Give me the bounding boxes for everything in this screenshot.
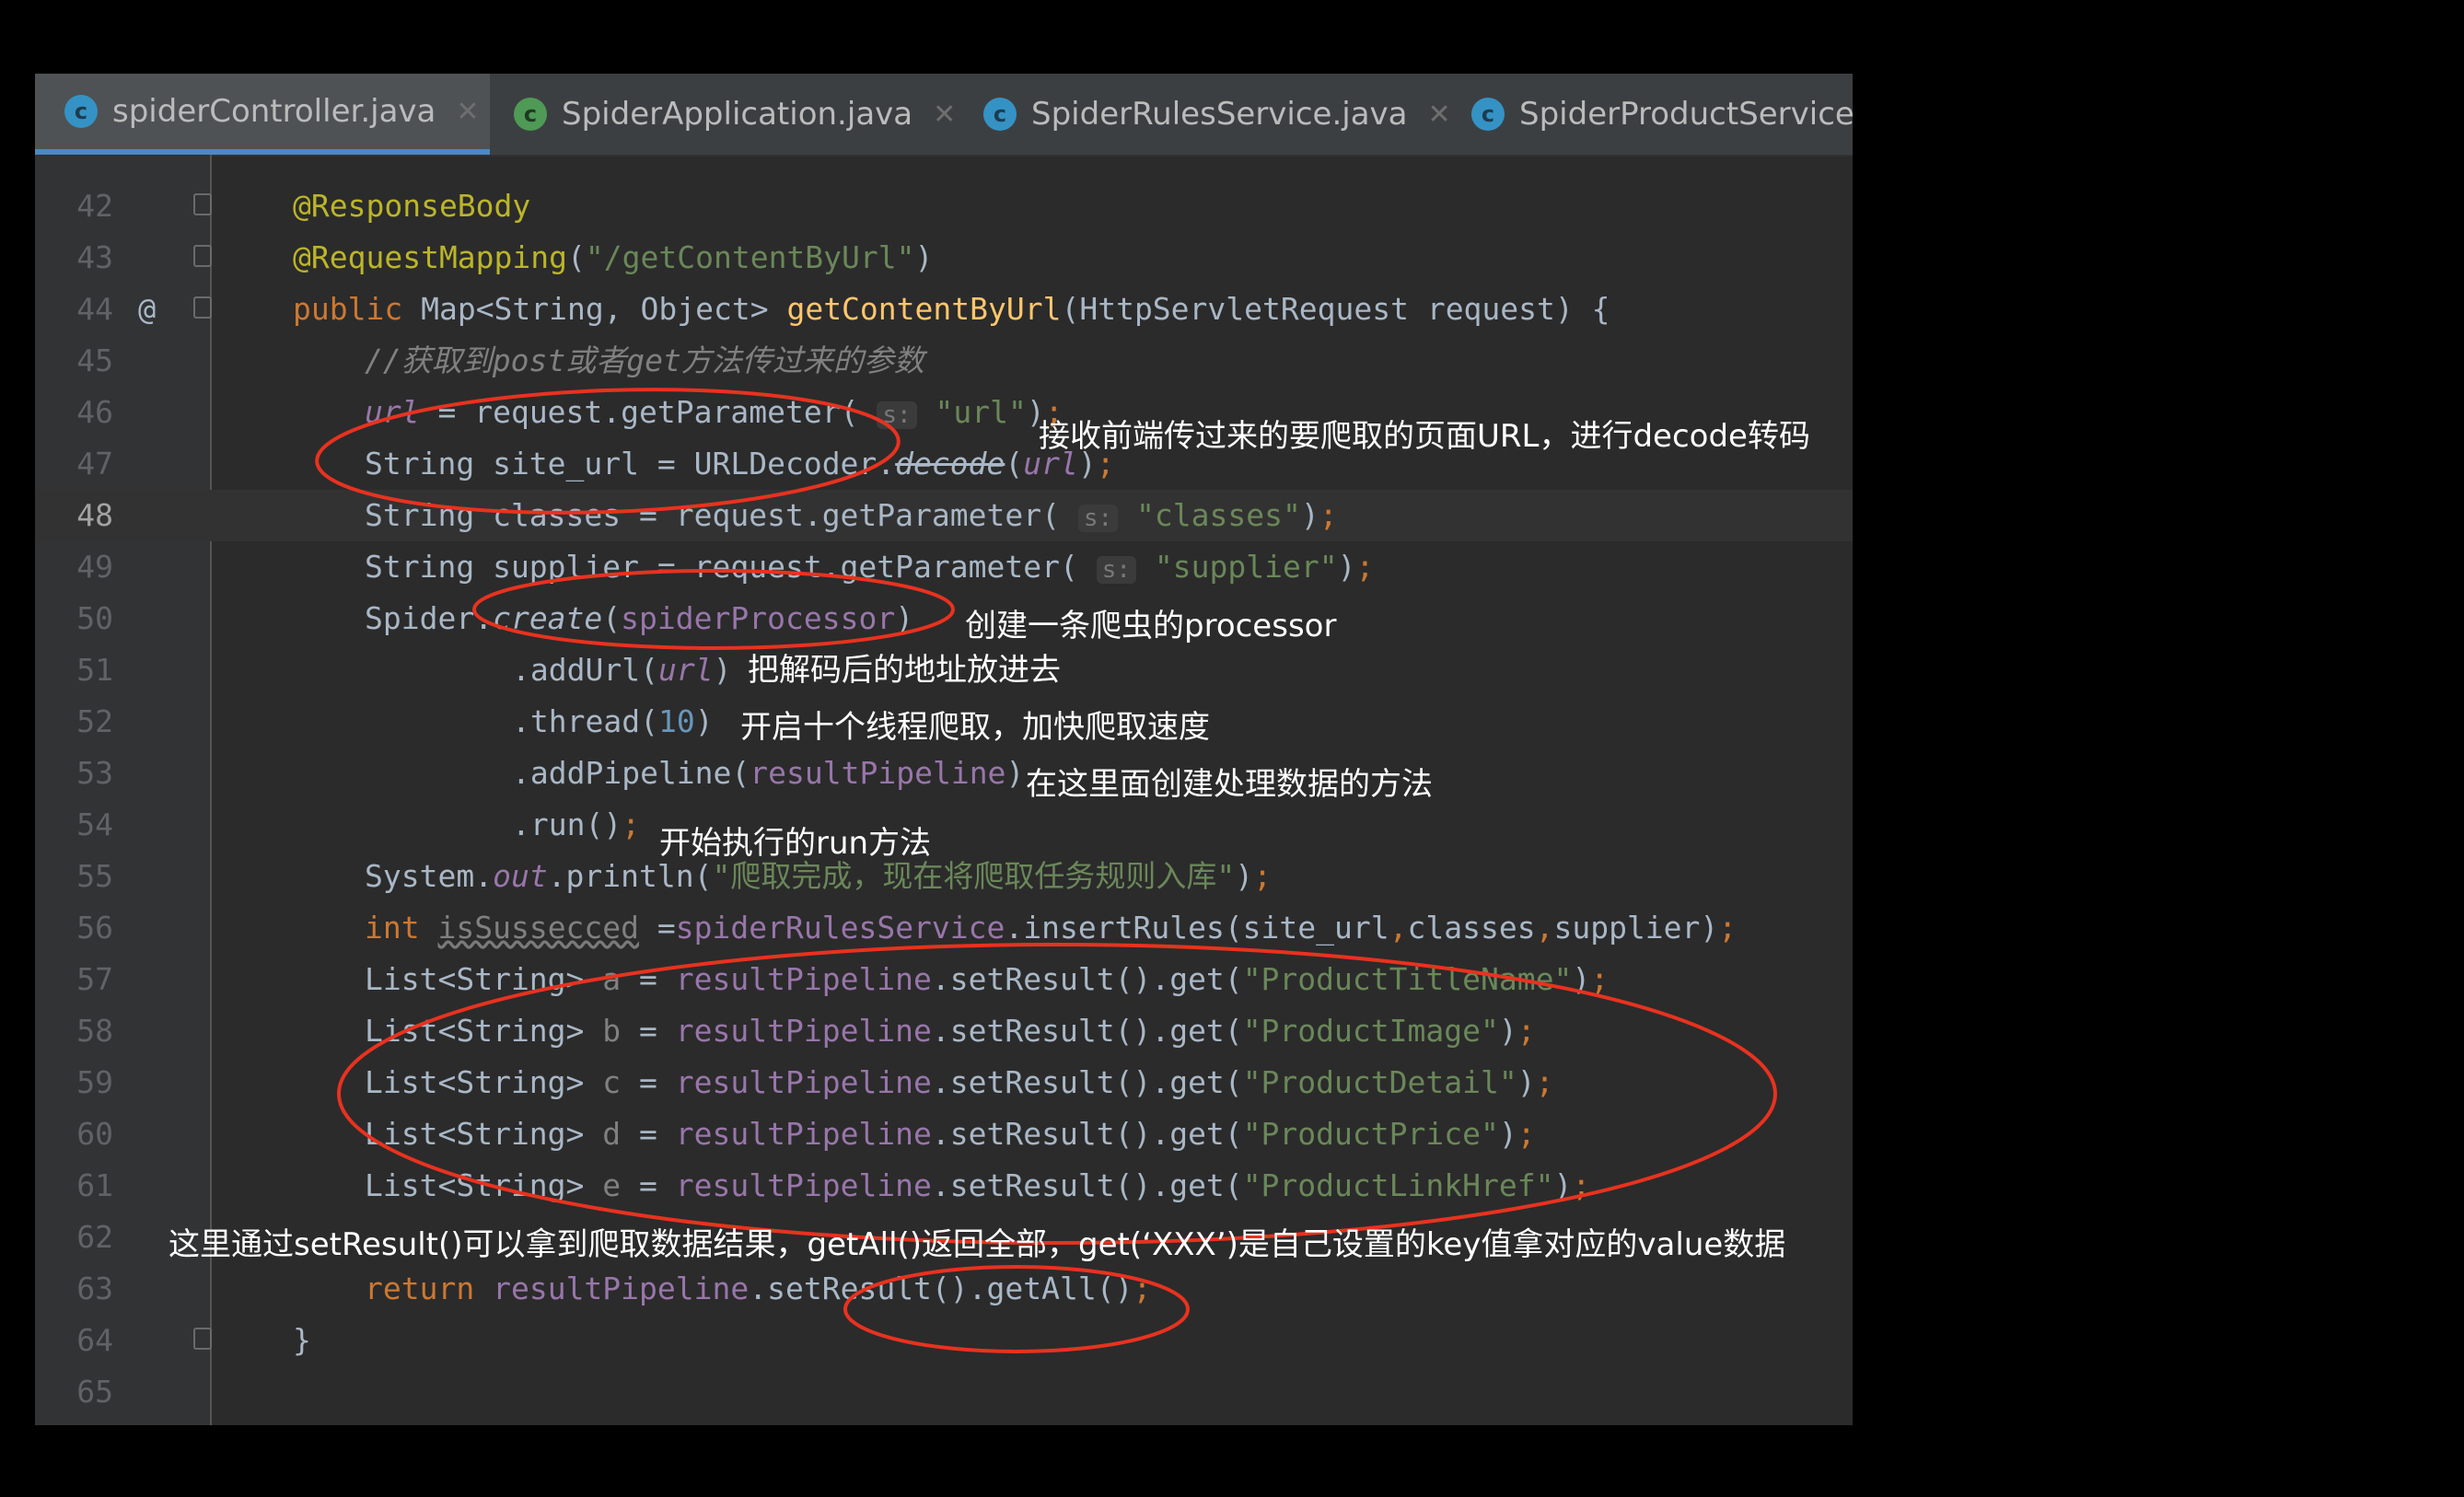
ellipse-decode: [315, 388, 901, 515]
annotation-processor: 创建一条爬虫的processor: [965, 608, 1337, 644]
annotation-result: 这里通过setResult()可以拿到爬取数据结果，getAll()返回全部，g…: [169, 1226, 1786, 1263]
annotation-overlay: [315, 388, 1777, 1353]
ellipse-processor: [472, 569, 955, 650]
annotation-decode: 接收前端传过来的要爬取的页面URL，进行decode转码: [1039, 418, 1810, 455]
annotation-thread: 开启十个线程爬取，加快爬取速度: [740, 709, 1210, 746]
ellipse-getall: [843, 1265, 1190, 1353]
ellipse-result-gets: [337, 943, 1777, 1245]
annotation-pipeline: 在这里面创建处理数据的方法: [1026, 766, 1433, 803]
annotation-addurl: 把解码后的地址放进去: [748, 652, 1061, 689]
annotation-run: 开始执行的run方法: [659, 825, 932, 862]
